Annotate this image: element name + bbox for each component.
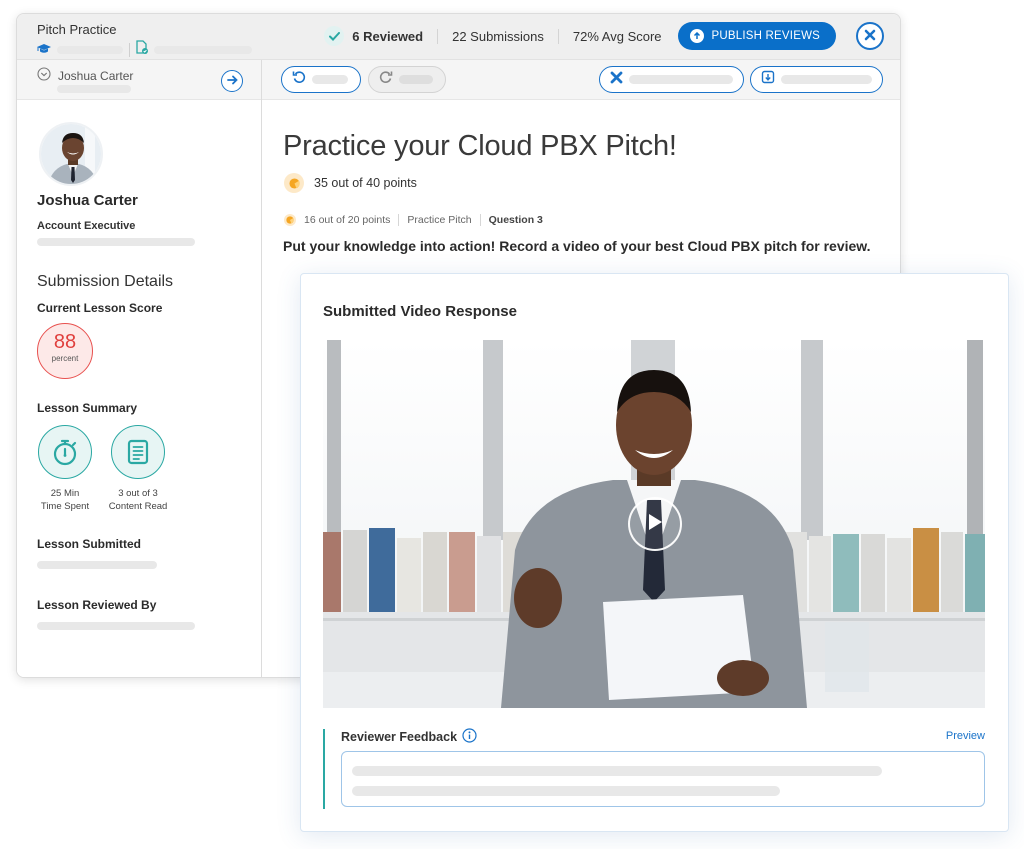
divider: [129, 42, 130, 57]
question-points-text: 16 out of 20 points: [304, 214, 391, 226]
review-toolbar: [262, 60, 900, 100]
download-button[interactable]: [750, 66, 883, 93]
current-score-label: Current Lesson Score: [37, 301, 163, 315]
preview-link[interactable]: Preview: [946, 730, 985, 742]
document-icon: [111, 425, 165, 479]
next-learner-button[interactable]: [221, 70, 243, 92]
question-prompt: Put your knowledge into action! Record a…: [283, 238, 871, 254]
total-points: 35 out of 40 points: [284, 173, 417, 193]
learner-sidebar: Joshua Carter Joshua Carter Account Exec…: [17, 60, 262, 677]
avg-score-stat: 72% Avg Score: [557, 28, 676, 44]
undo-label-placeholder: [312, 75, 348, 84]
upload-arrow-icon: [689, 29, 704, 43]
learner-name: Joshua Carter: [58, 68, 134, 83]
reject-x-icon: [610, 71, 623, 89]
question-meta: 16 out of 20 points Practice Pitch Quest…: [284, 214, 551, 226]
submitted-date-placeholder: [37, 561, 157, 569]
play-icon: [646, 512, 664, 537]
score-unit: percent: [51, 354, 79, 363]
learner-selector-bar: Joshua Carter: [17, 60, 261, 100]
publish-reviews-button[interactable]: PUBLISH REVIEWS: [677, 22, 836, 50]
info-icon[interactable]: [462, 728, 477, 746]
total-points-text: 35 out of 40 points: [314, 176, 417, 190]
reviewer-placeholder: [37, 622, 195, 630]
redo-label-placeholder: [399, 75, 433, 84]
reviewer-feedback-label: Reviewer Feedback: [341, 728, 477, 746]
content-read-summary: 3 out of 3 Content Read: [103, 425, 173, 513]
lesson-placeholder[interactable]: [154, 45, 252, 54]
document-check-icon: [136, 40, 148, 59]
reject-label-placeholder: [629, 75, 733, 84]
redo-icon: [379, 70, 393, 89]
profile-role: Account Executive: [37, 220, 136, 232]
undo-button[interactable]: [281, 66, 361, 93]
question-type: Practice Pitch: [398, 214, 479, 226]
top-bar: Pitch Practice 6 Reviewed 22 Submissions…: [17, 14, 900, 60]
feedback-line-placeholder: [352, 766, 882, 776]
score-value: 88: [53, 331, 77, 353]
content-read-caption: Content Read: [108, 501, 168, 512]
reviewed-count: 6 Reviewed: [352, 28, 424, 44]
breadcrumb: [37, 40, 252, 59]
avatar: [39, 122, 103, 186]
time-spent-caption: Time Spent: [40, 501, 90, 512]
lesson-title: Practice your Cloud PBX Pitch!: [283, 130, 677, 162]
feedback-label-text: Reviewer Feedback: [341, 730, 458, 744]
redo-button[interactable]: [368, 66, 446, 93]
course-placeholder[interactable]: [57, 45, 123, 54]
stopwatch-icon: [38, 425, 92, 479]
feedback-textarea[interactable]: [341, 751, 985, 807]
reject-button[interactable]: [599, 66, 744, 93]
header-stats: 6 Reviewed 22 Submissions 72% Avg Score …: [310, 22, 884, 50]
undo-icon: [292, 70, 306, 89]
time-spent-summary: 25 Min Time Spent: [30, 425, 100, 513]
profile-name: Joshua Carter: [37, 192, 138, 209]
download-label-placeholder: [781, 75, 872, 84]
submission-details-heading: Submission Details: [37, 273, 174, 290]
app-title: Pitch Practice: [37, 22, 117, 37]
lesson-submitted-label: Lesson Submitted: [37, 537, 142, 551]
close-button[interactable]: [856, 22, 884, 50]
publish-label: PUBLISH REVIEWS: [711, 30, 820, 42]
learner-sub-placeholder: [57, 85, 131, 93]
reviewer-feedback-section: Reviewer Feedback Preview: [323, 728, 985, 809]
close-icon: [864, 29, 876, 44]
video-card-title: Submitted Video Response: [323, 303, 517, 320]
points-pie-icon: [284, 173, 304, 193]
play-button[interactable]: [628, 497, 682, 551]
chevron-down-icon: [37, 67, 51, 84]
reviewed-stat: 6 Reviewed: [310, 26, 437, 46]
question-number: Question 3: [479, 214, 551, 226]
lesson-summary-label: Lesson Summary: [37, 401, 138, 415]
profile-detail-placeholder: [37, 238, 195, 246]
video-response-card: Submitted Video Response Reviewer Feedba…: [300, 273, 1009, 832]
submissions-stat: 22 Submissions: [437, 28, 558, 44]
download-icon: [761, 70, 775, 89]
arrow-right-icon: [226, 72, 238, 90]
time-spent-text: 25 Min Time Spent: [30, 487, 100, 513]
content-read-value: 3 out of 3: [118, 488, 158, 499]
video-player[interactable]: [323, 340, 985, 708]
feedback-line-placeholder: [352, 786, 780, 796]
points-pie-icon: [284, 214, 296, 226]
reviewed-by-label: Lesson Reviewed By: [37, 598, 157, 612]
time-spent-value: 25 Min: [50, 488, 80, 499]
content-read-text: 3 out of 3 Content Read: [103, 487, 173, 513]
score-badge: 88 percent: [37, 323, 93, 379]
question-points: 16 out of 20 points: [284, 214, 398, 226]
learner-dropdown[interactable]: Joshua Carter: [37, 67, 133, 84]
graduation-cap-icon: [37, 41, 51, 59]
check-icon: [324, 26, 345, 46]
